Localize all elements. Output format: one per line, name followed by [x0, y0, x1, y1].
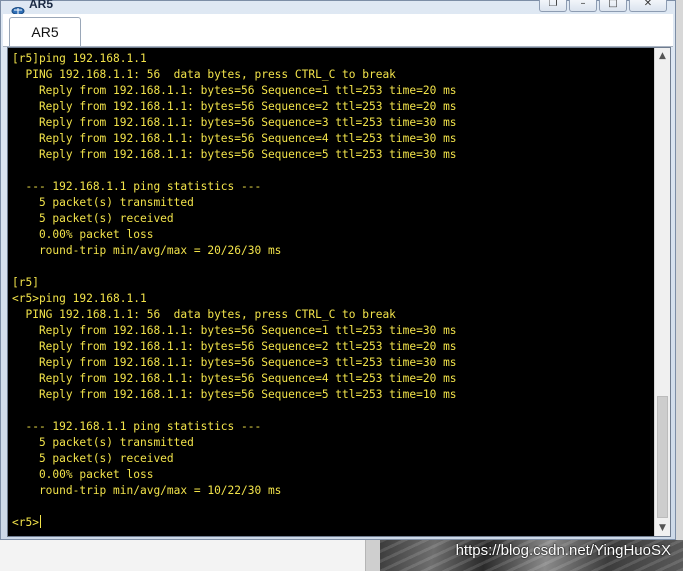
restore-button[interactable]: ❐ [539, 0, 567, 12]
console-line: --- 192.168.1.1 ping statistics --- [12, 420, 262, 433]
console-line: 0.00% packet loss [12, 228, 154, 241]
console-line: 5 packet(s) transmitted [12, 196, 194, 209]
console-line: Reply from 192.168.1.1: bytes=56 Sequenc… [12, 388, 457, 401]
tab-strip: AR5 [3, 14, 673, 47]
console-line: 0.00% packet loss [12, 468, 154, 481]
text-cursor [39, 515, 42, 528]
watermark-text: https://blog.csdn.net/YingHuoSX [455, 542, 671, 559]
console-line: 5 packet(s) received [12, 212, 174, 225]
desktop-background: https://blog.csdn.net/YingHuoSX [0, 540, 683, 571]
console-line: 5 packet(s) transmitted [12, 436, 194, 449]
minimize-button[interactable]: – [569, 0, 597, 12]
console-output[interactable]: [r5]ping 192.168.1.1 PING 192.168.1.1: 5… [12, 51, 652, 536]
console-line: <r5>ping 192.168.1.1 [12, 292, 147, 305]
console-line: Reply from 192.168.1.1: bytes=56 Sequenc… [12, 116, 457, 129]
console-line: Reply from 192.168.1.1: bytes=56 Sequenc… [12, 356, 457, 369]
scrollbar-thumb[interactable] [657, 396, 668, 518]
console-line: Reply from 192.168.1.1: bytes=56 Sequenc… [12, 132, 457, 145]
close-button[interactable]: ✕ [629, 0, 667, 12]
console-line: Reply from 192.168.1.1: bytes=56 Sequenc… [12, 148, 457, 161]
title-bar[interactable]: AR5 ❐ – □ ✕ [1, 0, 675, 15]
console-line: PING 192.168.1.1: 56 data bytes, press C… [12, 308, 396, 321]
window-title: AR5 [29, 0, 54, 11]
scroll-up-arrow-icon[interactable]: ▲ [655, 48, 670, 64]
console-line: round-trip min/avg/max = 10/22/30 ms [12, 484, 282, 497]
terminal-window: AR5 ❐ – □ ✕ AR5 [r5]ping 192.168.1.1 PIN… [0, 0, 676, 540]
console-prompt: <r5> [12, 516, 39, 529]
console-line: Reply from 192.168.1.1: bytes=56 Sequenc… [12, 324, 457, 337]
console-line: --- 192.168.1.1 ping statistics --- [12, 180, 262, 193]
desktop-photo: https://blog.csdn.net/YingHuoSX [380, 540, 683, 571]
terminal-console[interactable]: [r5]ping 192.168.1.1 PING 192.168.1.1: 5… [7, 47, 671, 537]
scroll-down-arrow-icon[interactable]: ▼ [655, 520, 670, 536]
console-line: [r5]ping 192.168.1.1 [12, 52, 147, 65]
console-line: PING 192.168.1.1: 56 data bytes, press C… [12, 68, 396, 81]
router-app-icon [11, 1, 25, 15]
console-line: Reply from 192.168.1.1: bytes=56 Sequenc… [12, 372, 457, 385]
console-line: 5 packet(s) received [12, 452, 174, 465]
console-line: [r5] [12, 276, 39, 289]
console-line: Reply from 192.168.1.1: bytes=56 Sequenc… [12, 340, 457, 353]
desktop-window-edge [0, 540, 365, 571]
window-controls: ❐ – □ ✕ [539, 0, 667, 12]
console-line: Reply from 192.168.1.1: bytes=56 Sequenc… [12, 84, 457, 97]
tab-ar5[interactable]: AR5 [9, 17, 81, 46]
vertical-scrollbar[interactable]: ▲ ▼ [654, 48, 670, 536]
desktop-divider [365, 540, 381, 571]
console-line: round-trip min/avg/max = 20/26/30 ms [12, 244, 282, 257]
console-prompt-line[interactable]: <r5> [12, 515, 652, 531]
console-line: Reply from 192.168.1.1: bytes=56 Sequenc… [12, 100, 457, 113]
maximize-button[interactable]: □ [599, 0, 627, 12]
